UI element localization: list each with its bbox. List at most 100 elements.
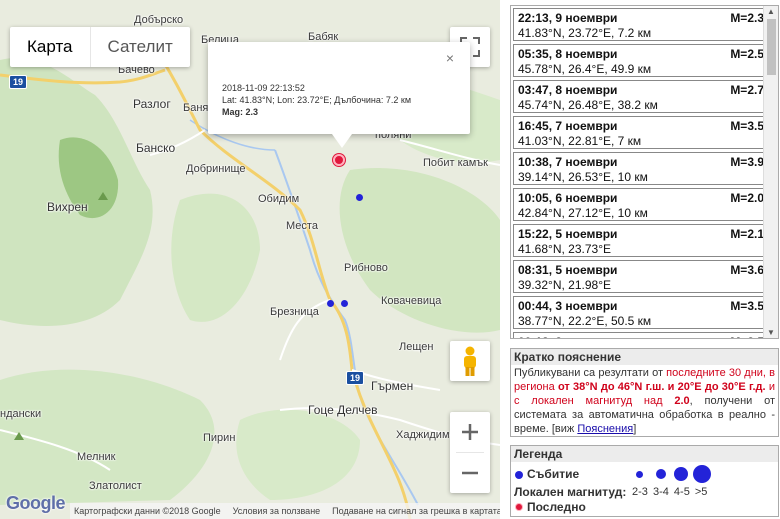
event-dot-icon: [515, 471, 523, 479]
place-label: Мелник: [77, 451, 116, 463]
place-label: Обидим: [258, 193, 300, 205]
road-number-badge: 19: [9, 75, 28, 89]
earthquake-list-item[interactable]: 16:45, 7 ноември M=3.5 41.03°N, 22.81°E, 7…: [513, 116, 768, 149]
info-window: × 2018-11-09 22:13:52 Lat: 41.83°N; Lon:…: [208, 42, 470, 148]
place-label: Места: [286, 220, 318, 232]
info-window-tip: [332, 134, 352, 148]
earthquake-time: 00:44, 3 ноември: [518, 299, 618, 313]
earthquake-marker[interactable]: [356, 194, 363, 201]
info-coordinates: Lat: 41.83°N; Lon: 23.72°E; Дълбочина: 7…: [222, 95, 412, 105]
earthquake-magnitude: M=3.6: [730, 263, 764, 277]
terms-of-use-link[interactable]: Условия за ползване: [233, 506, 321, 516]
road-number-badge: 19: [346, 371, 365, 385]
earthquake-location: 41.83°N, 23.72°E, 7.2 км: [518, 26, 652, 40]
earthquake-time: 22:13, 9 ноември: [518, 11, 618, 25]
zoom-control: [450, 412, 490, 493]
place-label: Побит камък: [423, 157, 488, 169]
map-data-credit: Картографски данни ©2018 Google: [74, 506, 221, 516]
earthquake-time: 08:31, 5 ноември: [518, 263, 618, 277]
earthquake-marker[interactable]: [327, 300, 334, 307]
earthquake-list-item[interactable]: 05:35, 8 ноември M=2.5 45.78°N, 26.4°E, 49…: [513, 44, 768, 77]
plus-icon: [462, 424, 478, 440]
earthquake-marker[interactable]: [341, 300, 348, 307]
earthquake-magnitude: M=3.9: [730, 155, 764, 169]
earthquake-location: 42.84°N, 27.12°E, 10 км: [518, 206, 648, 220]
place-label: Гърмен: [371, 379, 414, 393]
earthquake-magnitude: M=2.3: [730, 11, 764, 25]
place-label: ндански: [0, 408, 42, 420]
earthquake-list-item[interactable]: 10:38, 7 ноември M=3.9 39.14°N, 26.53°E, 1…: [513, 152, 768, 185]
earthquake-location: 39.32°N, 21.98°E: [518, 278, 611, 292]
place-label: Банско: [136, 141, 176, 155]
zoom-out-button[interactable]: [450, 453, 490, 493]
earthquake-magnitude: M=3.5: [730, 299, 764, 313]
legend-magnitude-ranges: 2-3 3-4 4-5 >5: [632, 486, 708, 498]
earthquake-time: 16:45, 7 ноември: [518, 119, 618, 133]
place-label: Баня: [183, 102, 209, 114]
legend-event-label: Събитие: [527, 467, 580, 481]
place-label: Добринище: [186, 163, 246, 175]
legend-magnitude-label: Локален магнитуд:: [514, 485, 627, 499]
place-label: Вихрен: [47, 200, 88, 214]
pegman-icon: [464, 346, 476, 376]
magnitude-2-3-dot-icon: [636, 471, 643, 478]
last-earthquake-marker[interactable]: [333, 154, 345, 166]
earthquake-time: 10:38, 7 ноември: [518, 155, 618, 169]
place-label: Златолист: [89, 480, 142, 492]
explanation-text: Публикувани са резултати от последните 3…: [511, 365, 778, 437]
close-icon[interactable]: ×: [446, 51, 454, 65]
earthquake-time: 05:35, 8 ноември: [518, 47, 618, 61]
earthquake-list-item[interactable]: 15:22, 5 ноември M=2.1 41.68°N, 23.73°E: [513, 224, 768, 257]
earthquake-time: 00:18, 3 ноември: [518, 335, 617, 338]
earthquake-magnitude: M=3.5: [730, 119, 764, 133]
map-type-satellite-button[interactable]: Сателит: [89, 27, 190, 67]
info-datetime: 2018-11-09 22:13:52: [222, 83, 305, 93]
earthquake-time: 10:05, 6 ноември: [518, 191, 618, 205]
explanations-link[interactable]: Пояснения: [577, 423, 633, 435]
street-view-pegman-button[interactable]: [450, 341, 490, 381]
earthquake-list-item[interactable]: 08:31, 5 ноември M=3.6 39.32°N, 21.98°E: [513, 260, 768, 293]
place-label: Разлог: [133, 97, 171, 111]
map-type-map-button[interactable]: Карта: [10, 27, 90, 67]
minus-icon: [462, 471, 478, 475]
place-label: Брезница: [270, 306, 319, 318]
legend-title: Легенда: [511, 446, 778, 462]
place-label: Добърско: [134, 14, 184, 26]
place-label: Гоце Делчев: [308, 403, 378, 417]
explanation-highlight: от 38°N до 46°N г.ш. и 20°E до 30°E г.д.: [557, 381, 766, 393]
legend-panel: Легенда Събитие Локален магнитуд: 2-3 3-…: [510, 445, 779, 517]
earthquake-magnitude: M=2.5: [730, 47, 764, 61]
earthquake-location: 45.74°N, 26.48°E, 38.2 км: [518, 98, 658, 112]
explanation-highlight: последните 30 дни: [666, 367, 763, 379]
earthquake-location: 41.68°N, 23.73°E: [518, 242, 611, 256]
last-event-marker-icon: [516, 504, 522, 510]
earthquake-time: 15:22, 5 ноември: [518, 227, 618, 241]
report-error-link[interactable]: Подаване на сигнал за грешка в картата: [332, 506, 500, 516]
magnitude-3-4-dot-icon: [656, 469, 666, 479]
explanation-title: Кратко пояснение: [511, 349, 778, 365]
zoom-in-button[interactable]: [450, 412, 490, 452]
earthquake-list-item[interactable]: 10:05, 6 ноември M=2.0 42.84°N, 27.12°E, 1…: [513, 188, 768, 221]
place-label: Рибново: [344, 262, 388, 274]
explanation-text-part: ]: [633, 423, 637, 435]
scroll-down-icon[interactable]: ▼: [767, 328, 775, 337]
scrollbar-thumb[interactable]: [767, 19, 776, 75]
earthquake-time: 03:47, 8 ноември: [518, 83, 618, 97]
place-label: Лещен: [399, 341, 434, 353]
place-label: Ковачевица: [381, 295, 442, 307]
earthquake-list-item[interactable]: 03:47, 8 ноември M=2.7 45.74°N, 26.48°E, 3…: [513, 80, 768, 113]
list-scrollbar[interactable]: ▲ ▼: [763, 6, 778, 338]
earthquake-list-item[interactable]: 22:13, 9 ноември M=2.3 41.83°N, 23.72°E, 7…: [513, 8, 768, 41]
earthquake-list-item[interactable]: 00:18, 3 ноември M=3.5: [513, 332, 768, 338]
earthquake-magnitude: M=3.5: [730, 335, 764, 338]
map-attribution: Картографски данни ©2018 Google Условия …: [70, 503, 500, 519]
place-label: Пирин: [203, 432, 236, 444]
place-label: Хаджидим: [396, 429, 450, 441]
legend-last-label: Последно: [527, 500, 586, 514]
earthquake-list[interactable]: 22:13, 9 ноември M=2.3 41.83°N, 23.72°E, 7…: [510, 5, 779, 339]
magnitude-4-5-dot-icon: [674, 467, 688, 481]
map[interactable]: Добърско Белица Бабяк Бачево Разлог Баня…: [0, 0, 500, 519]
earthquake-location: 41.03°N, 22.81°E, 7 км: [518, 134, 642, 148]
earthquake-list-item[interactable]: 00:44, 3 ноември M=3.5 38.77°N, 22.2°E, 50…: [513, 296, 768, 329]
scroll-up-icon[interactable]: ▲: [767, 7, 775, 16]
